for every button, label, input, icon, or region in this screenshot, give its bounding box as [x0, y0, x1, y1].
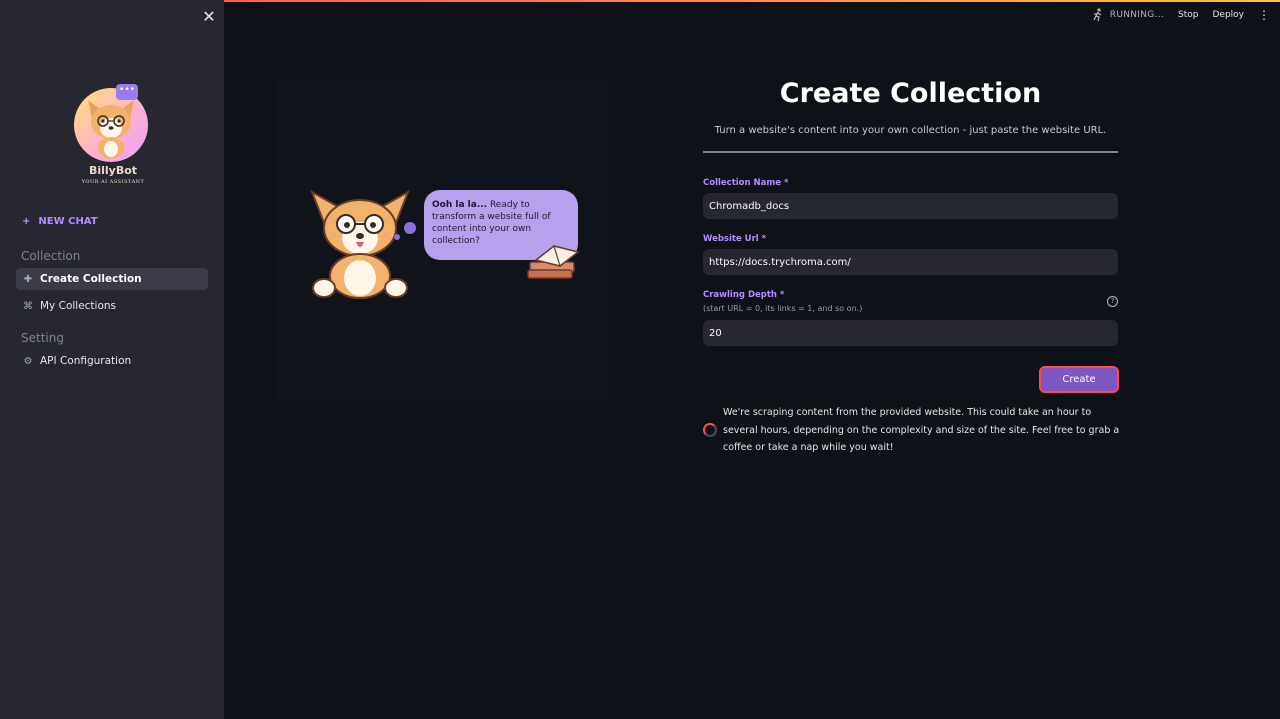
kebab-icon[interactable]: ⋮: [1258, 8, 1270, 22]
sidebar-item-my-collections[interactable]: ⌘ My Collections: [16, 295, 208, 317]
status-message: We're scraping content from the provided…: [723, 407, 1120, 453]
app-toolbar: RUNNING... Stop Deploy ⋮: [1092, 8, 1270, 22]
plus-icon: +: [22, 216, 31, 227]
thought-dot: [404, 222, 416, 234]
command-icon: ⌘: [23, 300, 33, 312]
sidebar-item-label: Create Collection: [40, 273, 142, 285]
illustration-panel: Ooh la la... Ready to transform a websit…: [276, 74, 614, 406]
sidebar-item-api-configuration[interactable]: ⚙ API Configuration: [16, 350, 208, 372]
speech-bubble-bold: Ooh la la...: [432, 200, 488, 210]
collection-name-input[interactable]: [703, 193, 1118, 219]
book-icon: [527, 245, 580, 279]
running-status-text: RUNNING...: [1109, 10, 1165, 20]
page-title: Create Collection: [779, 78, 1042, 109]
close-icon[interactable]: ✕: [200, 8, 218, 26]
crawling-depth-help: (start URL = 0, its links = 1, and so on…: [703, 304, 863, 313]
deploy-button[interactable]: Deploy: [1212, 10, 1244, 20]
gear-icon: ⚙: [23, 355, 33, 367]
brand-name: BillyBot: [88, 164, 138, 177]
corgi-illustration-icon: [310, 189, 410, 299]
sidebar-item-label: API Configuration: [40, 355, 132, 367]
plus-icon: ✚: [23, 273, 33, 285]
stop-button[interactable]: Stop: [1178, 10, 1198, 20]
sidebar: ✕ ••• BillyBot YOUR AI ASSISTANT + NEW CH…: [0, 0, 224, 719]
brand-logo: ••• BillyBot YOUR AI ASSISTANT: [70, 84, 156, 188]
crawling-depth-label: Crawling Depth *: [703, 290, 785, 300]
website-url-input[interactable]: [703, 249, 1118, 275]
page-subtitle: Turn a website's content into your own c…: [714, 125, 1107, 136]
sidebar-item-create-collection[interactable]: ✚ Create Collection: [16, 268, 208, 290]
website-url-label: Website Url *: [703, 234, 767, 244]
sidebar-item-label: My Collections: [40, 300, 117, 312]
new-chat-button[interactable]: + NEW CHAT: [22, 216, 98, 227]
new-chat-label: NEW CHAT: [38, 216, 98, 227]
loading-spinner-icon: [703, 423, 717, 437]
crawling-depth-input[interactable]: [703, 320, 1118, 346]
collection-name-label: Collection Name *: [703, 178, 789, 188]
running-man-icon: [1093, 8, 1102, 22]
corgi-logo-icon: [88, 100, 134, 159]
create-button[interactable]: Create: [1039, 366, 1119, 393]
chat-bubble-icon: •••: [116, 84, 138, 100]
help-icon[interactable]: ?: [1107, 296, 1118, 307]
brand-tagline: YOUR AI ASSISTANT: [81, 179, 145, 185]
divider: [703, 151, 1118, 153]
section-label-collection: Collection: [21, 249, 81, 263]
section-label-setting: Setting: [21, 331, 64, 345]
thought-dot: [394, 234, 400, 240]
running-status: RUNNING...: [1092, 8, 1164, 22]
logo-avatar: [74, 88, 148, 162]
